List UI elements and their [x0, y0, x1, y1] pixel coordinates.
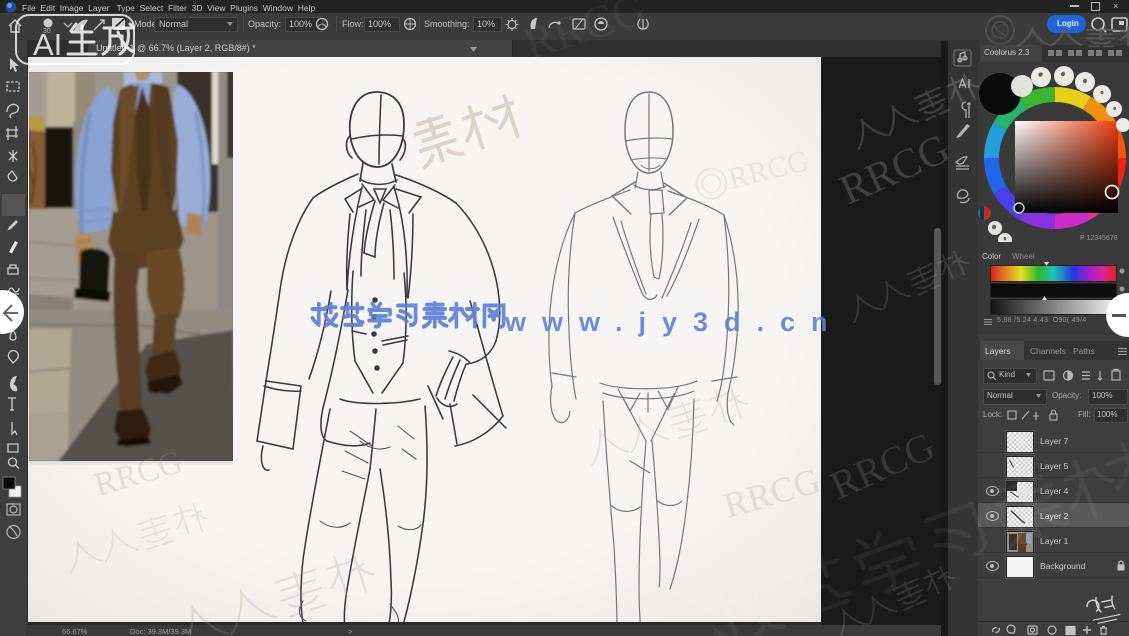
- svg-text:RRCG: RRCG: [833, 126, 956, 215]
- svg-text:RRCG: RRCG: [823, 423, 941, 508]
- svg-text:RRCG: RRCG: [725, 144, 812, 196]
- svg-text:RRCG: RRCG: [517, 0, 652, 70]
- svg-text:www.jy3d.cn: www.jy3d.cn: [504, 307, 844, 337]
- svg-text:RRCG: RRCG: [719, 460, 824, 525]
- svg-text:AI: AI: [33, 27, 62, 62]
- svg-text:RRCG: RRCG: [90, 444, 186, 503]
